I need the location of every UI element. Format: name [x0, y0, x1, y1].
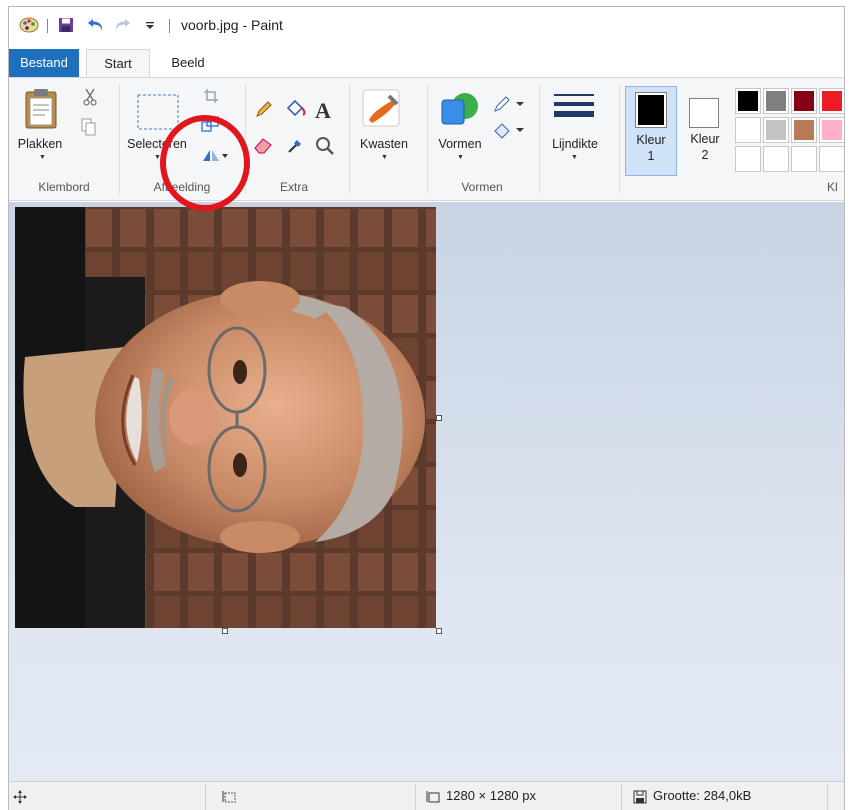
color2-label-line1: Kleur: [690, 132, 720, 146]
file-size-text: Grootte: 284,0kB: [653, 788, 752, 803]
palette-color-swatch[interactable]: [735, 146, 761, 172]
paste-label[interactable]: Plakken: [17, 137, 63, 151]
canvas-size-icon: [425, 782, 441, 810]
select-icon[interactable]: [137, 94, 179, 133]
file-size-icon: [633, 782, 647, 810]
palette-color-swatch[interactable]: [763, 88, 789, 114]
cursor-position-icon: [13, 782, 27, 810]
color1-label-line2: 1: [647, 149, 655, 163]
brushes-label[interactable]: Kwasten: [349, 137, 419, 151]
color2-swatch: [689, 98, 719, 128]
color1-swatch: [635, 92, 667, 128]
palette-color-swatch[interactable]: [819, 146, 844, 172]
palette-color-swatch[interactable]: [791, 117, 817, 143]
redo-icon[interactable]: [112, 16, 132, 34]
highlight-circle: [160, 115, 250, 211]
color2-label-line2: 2: [701, 148, 709, 162]
shapes-icon[interactable]: [439, 90, 481, 131]
customize-toolbar-icon[interactable]: [143, 16, 157, 34]
color-picker-icon[interactable]: [287, 136, 305, 157]
shapes-label[interactable]: Vormen: [427, 137, 493, 151]
color1-button[interactable]: Kleur 1: [625, 86, 677, 176]
fill-icon[interactable]: [285, 98, 307, 121]
canvas-image[interactable]: [15, 207, 436, 628]
outline-icon[interactable]: [492, 96, 526, 117]
tab-file[interactable]: Bestand: [9, 49, 79, 78]
paint-window: voorb.jpg - Paint Bestand Start Beeld Pl…: [8, 6, 845, 810]
text-tool-icon[interactable]: A: [315, 98, 331, 124]
line-width-label[interactable]: Lijndikte: [539, 137, 611, 151]
paint-app-icon[interactable]: [19, 16, 39, 34]
shapes-group-label: Vormen: [461, 180, 503, 194]
colors-group-label: Kl: [827, 180, 838, 194]
window-title: voorb.jpg - Paint: [181, 17, 283, 33]
copy-icon[interactable]: [81, 118, 97, 139]
undo-icon[interactable]: [86, 16, 106, 34]
magnifier-icon[interactable]: [315, 136, 335, 159]
brushes-dropdown-icon[interactable]: ▼: [381, 154, 388, 161]
shapes-dropdown-icon[interactable]: ▼: [457, 154, 464, 161]
tools-group-label: Extra: [279, 180, 308, 194]
color1-label-line1: Kleur: [636, 133, 666, 147]
palette-color-swatch[interactable]: [791, 88, 817, 114]
crop-icon[interactable]: [203, 88, 219, 107]
resize-handle-bottom[interactable]: [222, 628, 228, 634]
tab-start[interactable]: Start: [86, 49, 150, 79]
canvas-size-text: 1280 × 1280 px: [446, 788, 536, 803]
palette-color-swatch[interactable]: [791, 146, 817, 172]
brushes-icon[interactable]: [359, 88, 403, 137]
color2-button[interactable]: Kleur 2: [679, 86, 731, 176]
shape-fill-icon[interactable]: [492, 122, 526, 143]
palette-color-swatch[interactable]: [819, 117, 844, 143]
cut-icon[interactable]: [83, 88, 97, 109]
save-icon[interactable]: [57, 16, 75, 34]
clipboard-group-label: Klembord: [38, 180, 90, 194]
paste-dropdown-icon[interactable]: ▼: [39, 154, 46, 161]
paste-icon[interactable]: [23, 88, 59, 133]
resize-handle-corner[interactable]: [436, 628, 442, 634]
palette-color-swatch[interactable]: [735, 117, 761, 143]
selection-size-icon: [221, 782, 237, 810]
status-bar: 1280 × 1280 px Grootte: 284,0kB: [9, 781, 844, 810]
ribbon-tabs: Bestand Start Beeld: [9, 49, 844, 79]
pencil-icon[interactable]: [255, 100, 273, 121]
ribbon: Plakken ▼ Klembord Selecteren ▼ Afbeeldi…: [9, 77, 844, 201]
palette-color-swatch[interactable]: [763, 117, 789, 143]
palette-color-swatch[interactable]: [735, 88, 761, 114]
line-width-dropdown-icon[interactable]: ▼: [571, 154, 578, 161]
resize-handle-right[interactable]: [436, 415, 442, 421]
title-bar: voorb.jpg - Paint: [9, 7, 844, 45]
palette-color-swatch[interactable]: [819, 88, 844, 114]
eraser-icon[interactable]: [253, 136, 275, 157]
canvas-area[interactable]: [9, 202, 844, 781]
line-width-icon[interactable]: [554, 92, 594, 129]
tab-view[interactable]: Beeld: [158, 49, 218, 78]
palette-color-swatch[interactable]: [763, 146, 789, 172]
